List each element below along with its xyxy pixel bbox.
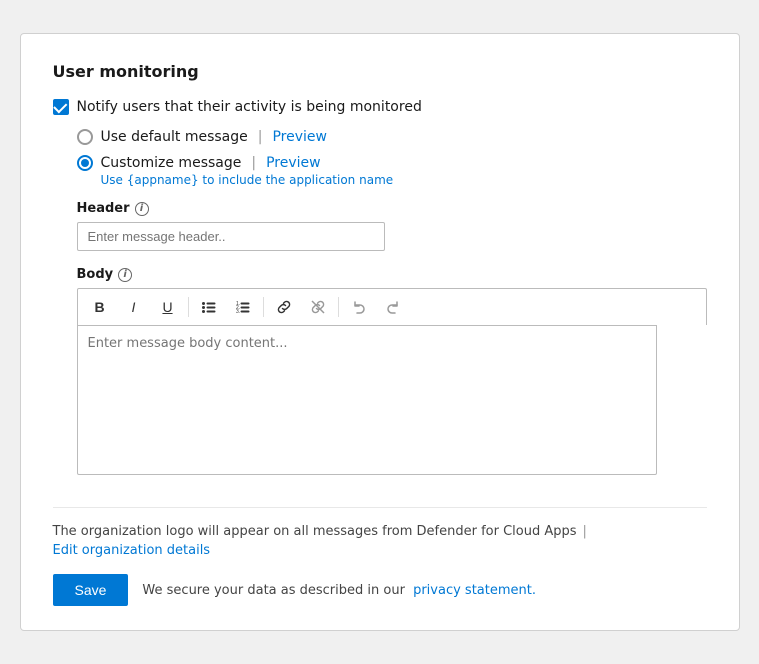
footer-pipe: |: [583, 524, 587, 539]
edit-org-link[interactable]: Edit organization details: [53, 543, 211, 558]
radio-customize[interactable]: [77, 155, 93, 171]
link-button[interactable]: [268, 293, 300, 321]
notify-checkbox-row[interactable]: Notify users that their activity is bein…: [53, 99, 707, 115]
message-radio-group: Use default message | Preview Customize …: [77, 129, 707, 187]
underline-button[interactable]: U: [152, 293, 184, 321]
customize-preview-link[interactable]: Preview: [266, 155, 321, 171]
radio-default-row[interactable]: Use default message | Preview: [77, 129, 707, 145]
bullet-list-button[interactable]: [193, 293, 225, 321]
radio-default-label: Use default message: [101, 129, 248, 145]
appname-hint: Use {appname} to include the application…: [101, 173, 707, 187]
italic-button[interactable]: I: [118, 293, 150, 321]
unlink-icon: [310, 299, 326, 315]
bold-button[interactable]: B: [84, 293, 116, 321]
numbered-list-button[interactable]: 1. 2. 3.: [227, 293, 259, 321]
section-title: User monitoring: [53, 62, 707, 81]
radio-customize-section: Customize message | Preview Use {appname…: [77, 155, 707, 187]
user-monitoring-card: User monitoring Notify users that their …: [20, 33, 740, 631]
link-icon: [276, 299, 292, 315]
footer-note: The organization logo will appear on all…: [53, 507, 707, 558]
save-button[interactable]: Save: [53, 574, 129, 606]
save-row: Save We secure your data as described in…: [53, 574, 707, 606]
body-toolbar: B I U 1. 2.: [77, 288, 707, 325]
footer-note-text: The organization logo will appear on all…: [53, 524, 577, 539]
header-section: Header i: [77, 201, 707, 251]
header-input[interactable]: [77, 222, 385, 251]
toolbar-divider-2: [263, 297, 264, 317]
radio-customize-row[interactable]: Customize message | Preview: [77, 155, 707, 171]
privacy-link[interactable]: privacy statement.: [413, 583, 536, 598]
notify-checkbox[interactable]: [53, 99, 69, 115]
body-field-label: Body i: [77, 267, 707, 282]
radio-default[interactable]: [77, 129, 93, 145]
body-textarea[interactable]: [77, 325, 657, 475]
toolbar-divider-1: [188, 297, 189, 317]
pipe-2: |: [251, 155, 256, 171]
svg-text:3.: 3.: [236, 309, 240, 315]
header-info-icon: i: [135, 202, 149, 216]
body-info-icon: i: [118, 268, 132, 282]
toolbar-divider-3: [338, 297, 339, 317]
bullet-list-icon: [201, 299, 217, 315]
pipe-1: |: [258, 129, 263, 145]
radio-customize-label: Customize message: [101, 155, 242, 171]
default-preview-link[interactable]: Preview: [272, 129, 327, 145]
undo-button[interactable]: [343, 293, 375, 321]
undo-icon: [351, 299, 367, 315]
notify-checkbox-label: Notify users that their activity is bein…: [77, 99, 422, 115]
redo-button[interactable]: [377, 293, 409, 321]
unlink-button[interactable]: [302, 293, 334, 321]
numbered-list-icon: 1. 2. 3.: [235, 299, 251, 315]
body-section: Body i B I U 1.: [77, 267, 707, 479]
privacy-text: We secure your data as described in our …: [142, 583, 536, 598]
header-field-label: Header i: [77, 201, 707, 216]
redo-icon: [385, 299, 401, 315]
